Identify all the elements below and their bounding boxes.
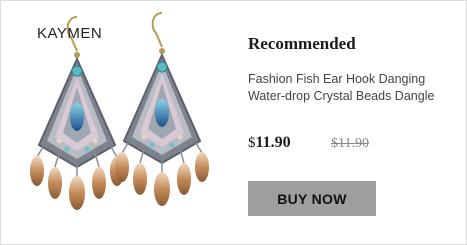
product-title: Recommended — [248, 34, 356, 53]
current-price: $11.90 — [248, 134, 291, 151]
currency-symbol: $ — [248, 135, 256, 151]
product-description[interactable]: Fashion Fish Ear Hook Danging Water-drop… — [248, 71, 453, 105]
brand-logo: KAYMEN — [37, 25, 103, 42]
price-row: $11.90 $11.90 — [248, 134, 369, 152]
product-card: KAYMEN Recommended Fashion Fish Ear Hook… — [0, 0, 467, 245]
product-image[interactable]: KAYMEN — [7, 9, 229, 239]
description-line-2: Water-drop Crystal Beads Dangle — [248, 89, 435, 103]
buy-now-button[interactable]: BUY NOW — [248, 181, 376, 216]
earrings-image — [29, 12, 210, 211]
description-line-1: Fashion Fish Ear Hook Danging — [248, 72, 426, 86]
price-value: 11.90 — [255, 134, 291, 151]
original-price: $11.90 — [331, 136, 369, 151]
